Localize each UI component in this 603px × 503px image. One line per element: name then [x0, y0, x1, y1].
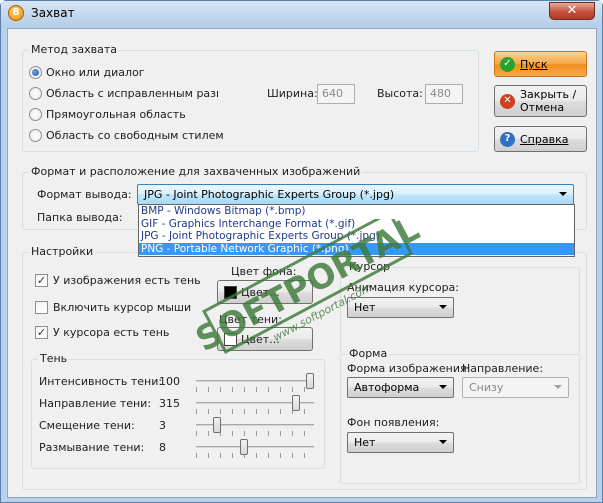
cursor-animation-label: Анимация курсора:: [347, 281, 459, 294]
close-icon: ✕: [500, 94, 515, 109]
cursor-shadow-label: У курсора есть тень: [53, 326, 170, 339]
radio-window-dialog-label: Окно или диалог: [46, 66, 145, 79]
radio-rectangular-area-label: Прямоугольная область: [46, 108, 186, 121]
format-location-title: Формат и расположение для захваченных из…: [29, 165, 363, 178]
include-cursor-label: Включить курсор мыши: [53, 301, 192, 314]
bg-color-label: Цвет фона:: [231, 265, 297, 278]
direction-select[interactable]: Снизу: [462, 377, 569, 398]
shadow-slider-thumb[interactable]: [240, 439, 248, 455]
shadow-row-label: Интенсивность тени:: [39, 375, 163, 388]
cursor-animation-select[interactable]: Нет: [347, 297, 454, 318]
format-option-bmp[interactable]: BMP - Windows Bitmap (*.bmp): [139, 205, 574, 218]
cursor-shadow-checkbox[interactable]: ✓: [35, 326, 48, 339]
window-close-button[interactable]: ✕: [549, 2, 595, 20]
width-label: Ширина:: [267, 87, 318, 100]
radio-fixed-size-area-label: Область с исправленным размером: [46, 87, 218, 100]
shadow-slider-thumb[interactable]: [306, 373, 314, 389]
capture-method-title: Метод захвата: [29, 43, 119, 56]
radio-freeform-area-label: Область со свободным стилем: [46, 129, 224, 142]
help-button[interactable]: ? Справка: [494, 126, 587, 152]
chevron-down-icon: [554, 385, 562, 389]
window-title: Захват: [31, 6, 75, 20]
image-shape-select[interactable]: Автоформа: [347, 377, 454, 398]
shadow-row-value: 315: [159, 397, 180, 410]
chevron-down-icon: [439, 305, 447, 309]
appear-bg-label: Фон появления:: [347, 416, 440, 429]
shadow-slider-track[interactable]: [196, 446, 314, 448]
bg-color-button[interactable]: Цвет...: [217, 280, 313, 304]
shadow-slider-thumb[interactable]: [292, 395, 300, 411]
shadow-slider-track[interactable]: [196, 380, 314, 382]
shadow-row-value: 100: [159, 375, 180, 388]
shadow-slider-thumb[interactable]: [213, 417, 221, 433]
shadow-row-label: Направление тени:: [39, 397, 152, 410]
settings-title: Настройки: [29, 245, 96, 258]
width-input[interactable]: 640: [317, 84, 355, 104]
shadow-color-label: Цвет тени:: [219, 313, 282, 326]
check-icon: ✓: [500, 57, 515, 72]
height-input[interactable]: 480: [425, 84, 463, 104]
output-folder-label: Папка вывода:: [37, 211, 123, 224]
radio-rectangular-area[interactable]: [29, 108, 42, 121]
height-label: Высота:: [377, 87, 423, 100]
main-window: 8 Захват ✕ Метод захвата Окно или диалог…: [0, 0, 603, 503]
image-shape-label: Форма изображения:: [347, 362, 471, 375]
app-icon: 8: [8, 5, 24, 21]
chevron-down-icon: [439, 440, 447, 444]
shadow-color-swatch: [224, 333, 237, 346]
bg-color-swatch: [224, 286, 237, 299]
format-label: Формат вывода:: [37, 188, 132, 201]
chevron-down-icon: [559, 192, 567, 196]
shadow-row-value: 8: [159, 441, 166, 454]
radio-freeform-area[interactable]: [29, 129, 42, 142]
image-shadow-label: У изображения есть тень: [53, 274, 201, 287]
shadow-title: Тень: [38, 352, 70, 365]
format-option-gif[interactable]: GIF - Graphics Interchange Format (*.gif…: [139, 218, 574, 231]
radio-fixed-size-area[interactable]: [29, 87, 42, 100]
help-icon: ?: [500, 132, 515, 147]
image-shadow-checkbox[interactable]: ✓: [35, 274, 48, 287]
dialog-client: Метод захвата Окно или диалог Область с …: [7, 28, 597, 498]
shadow-row-label: Смещение тени:: [39, 419, 135, 432]
shadow-slider-ticks: [196, 453, 314, 458]
shadow-row-value: 3: [159, 419, 166, 432]
cursor-title: Курсор: [347, 260, 393, 273]
format-select[interactable]: JPG - Joint Photographic Experts Group (…: [137, 184, 574, 205]
chevron-down-icon: [439, 385, 447, 389]
shadow-color-button[interactable]: Цвет...: [217, 327, 313, 351]
format-option-jpg[interactable]: JPG - Joint Photographic Experts Group (…: [139, 230, 574, 243]
close-cancel-button[interactable]: ✕ Закрыть / Отмена: [494, 85, 587, 117]
shadow-slider-ticks: [196, 387, 314, 392]
appear-bg-select[interactable]: Нет: [347, 432, 454, 453]
radio-window-dialog[interactable]: [29, 66, 42, 79]
format-dropdown-list: BMP - Windows Bitmap (*.bmp) GIF - Graph…: [138, 204, 575, 257]
title-bar[interactable]: 8 Захват ✕: [1, 1, 602, 27]
shape-title: Форма: [347, 347, 390, 360]
include-cursor-checkbox[interactable]: [35, 301, 48, 314]
start-button[interactable]: ✓ Пуск: [494, 51, 587, 77]
shadow-row-label: Размывание тени:: [39, 441, 145, 454]
direction-label: Направление:: [462, 362, 544, 375]
format-option-png[interactable]: PNG - Portable Network Graphic (*.png): [139, 242, 574, 255]
